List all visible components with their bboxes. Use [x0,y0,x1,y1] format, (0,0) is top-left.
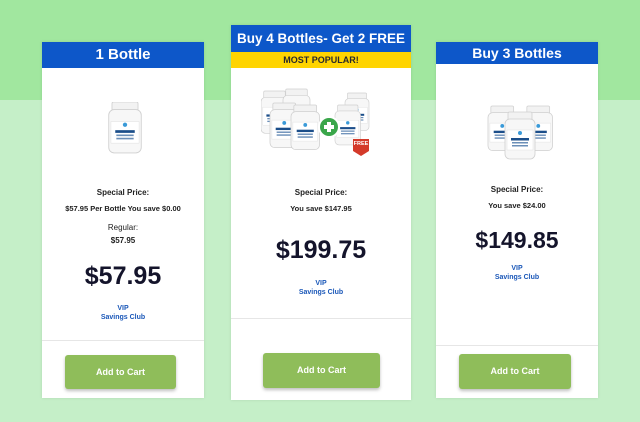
special-price-detail: $57.95 Per Bottle You save $0.00 [65,204,181,213]
special-price-label: Special Price: [490,185,544,194]
bottle-bundle-icon [261,88,370,156]
add-to-cart-button[interactable]: Add to Cart [459,354,571,389]
card-title: Buy 3 Bottles [436,42,598,64]
regular-label: Regular: [107,223,139,232]
supplement-bottle-icon [108,102,142,154]
special-price-label: Special Price: [294,188,348,197]
price: $199.75 [275,236,367,264]
three-bottles-icon [487,105,553,160]
special-price-detail: You save $24.00 [488,201,546,210]
regular-price: $57.95 [110,236,136,245]
price: $57.95 [84,262,162,290]
vip-savings-club-link[interactable]: Savings Club [436,273,598,283]
free-tag: FREE [353,141,369,147]
special-price-label: Special Price: [96,188,150,197]
card-title: Buy 4 Bottles- Get 2 FREE [231,25,411,52]
add-to-cart-button[interactable]: Add to Cart [65,355,176,389]
card-title: 1 Bottle [42,42,204,68]
divider [231,318,411,319]
card-1-bottle: 1 Bottle Special Price: $57.95 Per Bottl… [42,42,204,398]
vip-savings-club-link[interactable]: Savings Club [42,313,204,323]
card-3-bottles: Buy 3 Bottles Special Price: You save $2… [436,42,598,398]
add-to-cart-button[interactable]: Add to Cart [263,353,380,388]
divider [436,345,598,346]
vip-savings-club-link[interactable]: Savings Club [231,288,411,298]
card-4-bottles: Buy 4 Bottles- Get 2 FREE MOST POPULAR! … [231,25,411,400]
price: $149.85 [475,227,559,253]
special-price-detail: You save $147.95 [290,204,352,213]
divider [42,340,204,341]
most-popular-badge: MOST POPULAR! [231,52,411,68]
